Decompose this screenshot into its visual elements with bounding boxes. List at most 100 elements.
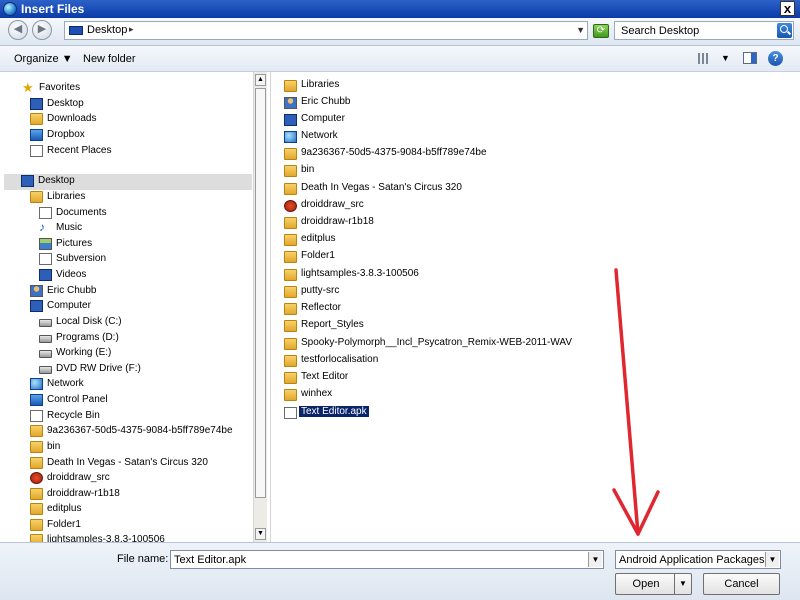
nav-item-guid-folder[interactable]: 9a236367-50d5-4375-9084-b5ff789e74be bbox=[30, 424, 250, 439]
nav-item-label: Dropbox bbox=[47, 129, 85, 140]
nav-item-recycle-bin[interactable]: Recycle Bin bbox=[30, 409, 240, 424]
nav-item-death-in-vegas[interactable]: Death In Vegas - Satan's Circus 320 bbox=[30, 456, 250, 471]
scroll-down-arrow-icon[interactable]: ▼ bbox=[255, 528, 266, 540]
breadcrumb-arrow-icon[interactable]: ▸ bbox=[129, 24, 134, 35]
file-item-label: Death In Vegas - Satan's Circus 320 bbox=[301, 182, 462, 193]
nav-item-libraries[interactable]: Libraries bbox=[30, 190, 240, 205]
window-title: Insert Files bbox=[21, 2, 85, 16]
network-icon bbox=[30, 378, 43, 390]
nav-item-label: Network bbox=[47, 378, 84, 389]
nav-item-label: Subversion bbox=[56, 253, 107, 264]
nav-item-bin[interactable]: bin bbox=[30, 440, 240, 455]
title-bar: Insert Files x bbox=[0, 0, 800, 18]
file-name-value: Text Editor.apk bbox=[174, 554, 247, 566]
nav-item-label: Videos bbox=[56, 269, 87, 280]
navigation-scrollbar[interactable]: ▲ ▼ bbox=[253, 72, 267, 542]
file-item-label: droiddraw-r1b18 bbox=[301, 216, 374, 227]
drive-icon bbox=[39, 350, 52, 358]
nav-item-local-disk-c[interactable]: Local Disk (C:) bbox=[39, 315, 239, 330]
folder-icon bbox=[284, 303, 297, 315]
file-item-label: Text Editor bbox=[301, 371, 349, 382]
nav-item-subversion[interactable]: Subversion bbox=[39, 252, 239, 267]
nav-item-label: bin bbox=[47, 441, 61, 452]
file-type-dropdown-icon[interactable]: ▼ bbox=[765, 552, 779, 567]
breadcrumb-desktop[interactable]: Desktop bbox=[87, 24, 127, 36]
nav-item-label: Libraries bbox=[47, 191, 86, 202]
refresh-button[interactable]: ⟳ bbox=[593, 24, 609, 38]
close-button[interactable]: x bbox=[780, 1, 795, 16]
folder-icon bbox=[284, 148, 297, 160]
nav-item-videos[interactable]: Videos bbox=[39, 268, 239, 283]
view-options-icon[interactable] bbox=[698, 53, 709, 64]
nav-item-droiddraw-src[interactable]: droiddraw_src bbox=[30, 471, 240, 486]
help-icon[interactable]: ? bbox=[768, 51, 783, 66]
folder-icon bbox=[30, 425, 43, 437]
nav-item-folder1[interactable]: Folder1 bbox=[30, 518, 240, 533]
nav-item-favorites[interactable]: ★ Favorites bbox=[22, 81, 242, 96]
dialog-footer: File name: Text Editor.apk ▼ Android App… bbox=[0, 542, 800, 600]
search-icon[interactable] bbox=[777, 23, 792, 38]
address-bar: ◀ ▶ Desktop ▸ ▼ ⟳ Search Desktop bbox=[0, 18, 800, 46]
folder-icon bbox=[284, 338, 297, 350]
folder-icon bbox=[30, 503, 43, 515]
file-type-select[interactable]: Android Application Packages ( ▼ bbox=[615, 550, 781, 569]
address-dropdown-icon[interactable]: ▼ bbox=[576, 25, 585, 35]
address-field[interactable]: Desktop ▸ ▼ bbox=[64, 21, 588, 40]
nav-item-music[interactable]: ♪ Music bbox=[39, 221, 239, 236]
open-button[interactable]: Open ▼ bbox=[615, 573, 692, 595]
folder-icon bbox=[30, 457, 43, 469]
nav-item-desktop[interactable]: Desktop bbox=[30, 97, 240, 112]
nav-item-desktop-root[interactable]: Desktop bbox=[4, 174, 252, 190]
nav-item-computer[interactable]: Computer bbox=[30, 299, 240, 314]
new-folder-button[interactable]: New folder bbox=[83, 53, 136, 65]
file-item-label: Network bbox=[301, 130, 338, 141]
nav-item-documents[interactable]: Documents bbox=[39, 206, 239, 221]
nav-item-network[interactable]: Network bbox=[30, 377, 240, 392]
file-item-label: lightsamples-3.8.3-100506 bbox=[301, 268, 419, 279]
organize-button[interactable]: Organize ▼ bbox=[14, 53, 73, 65]
nav-item-editplus[interactable]: editplus bbox=[30, 502, 240, 517]
file-item-label: Libraries bbox=[301, 79, 340, 90]
file-item-label: Spooky-Polymorph__Incl_Psycatron_Remix-W… bbox=[301, 337, 573, 348]
nav-item-lightsamples[interactable]: lightsamples-3.8.3-100506 bbox=[30, 533, 240, 542]
folder-icon bbox=[30, 441, 43, 453]
desktop-icon bbox=[21, 175, 34, 187]
file-name-input[interactable]: Text Editor.apk ▼ bbox=[170, 550, 604, 569]
nav-item-eric-chubb[interactable]: Eric Chubb bbox=[30, 284, 240, 299]
libraries-icon bbox=[284, 80, 297, 92]
preview-pane-icon[interactable] bbox=[743, 52, 757, 64]
nav-item-label: Recycle Bin bbox=[47, 410, 100, 421]
nav-item-dvd-rw-f[interactable]: DVD RW Drive (F:) bbox=[39, 362, 239, 377]
nav-item-label: lightsamples-3.8.3-100506 bbox=[47, 534, 165, 542]
documents-icon bbox=[39, 207, 52, 219]
nav-item-pictures[interactable]: Pictures bbox=[39, 237, 239, 252]
open-split-dropdown-icon[interactable]: ▼ bbox=[674, 574, 691, 594]
folder-icon bbox=[284, 286, 297, 298]
droiddraw-icon bbox=[284, 200, 297, 212]
nav-item-programs-d[interactable]: Programs (D:) bbox=[39, 331, 239, 346]
folder-icon bbox=[30, 534, 43, 542]
nav-item-downloads[interactable]: Downloads bbox=[30, 112, 240, 127]
nav-item-control-panel[interactable]: Control Panel bbox=[30, 393, 240, 408]
search-input[interactable]: Search Desktop bbox=[614, 21, 794, 40]
scrollbar-thumb[interactable] bbox=[255, 88, 266, 498]
nav-item-recent-places[interactable]: Recent Places bbox=[30, 144, 240, 159]
open-button-label: Open bbox=[632, 578, 660, 590]
nav-item-label: Recent Places bbox=[47, 145, 112, 156]
nav-item-working-e[interactable]: Working (E:) bbox=[39, 346, 239, 361]
file-item-label: editplus bbox=[301, 233, 336, 244]
cancel-button[interactable]: Cancel bbox=[703, 573, 780, 595]
command-toolbar: Organize ▼ New folder ▼ ? bbox=[0, 46, 800, 72]
view-dropdown-icon[interactable]: ▼ bbox=[721, 53, 730, 63]
file-name-dropdown-icon[interactable]: ▼ bbox=[588, 552, 602, 567]
nav-item-label: Desktop bbox=[47, 98, 84, 109]
user-folder-icon bbox=[30, 285, 43, 297]
back-button[interactable]: ◀ bbox=[8, 20, 28, 40]
nav-item-droiddraw-r1b18[interactable]: droiddraw-r1b18 bbox=[30, 487, 240, 502]
scroll-up-arrow-icon[interactable]: ▲ bbox=[255, 74, 266, 86]
nav-item-dropbox[interactable]: Dropbox bbox=[30, 128, 240, 143]
forward-button[interactable]: ▶ bbox=[32, 20, 52, 40]
computer-icon bbox=[30, 300, 43, 312]
file-item-label: droiddraw_src bbox=[301, 199, 364, 210]
recent-places-icon bbox=[30, 145, 43, 157]
